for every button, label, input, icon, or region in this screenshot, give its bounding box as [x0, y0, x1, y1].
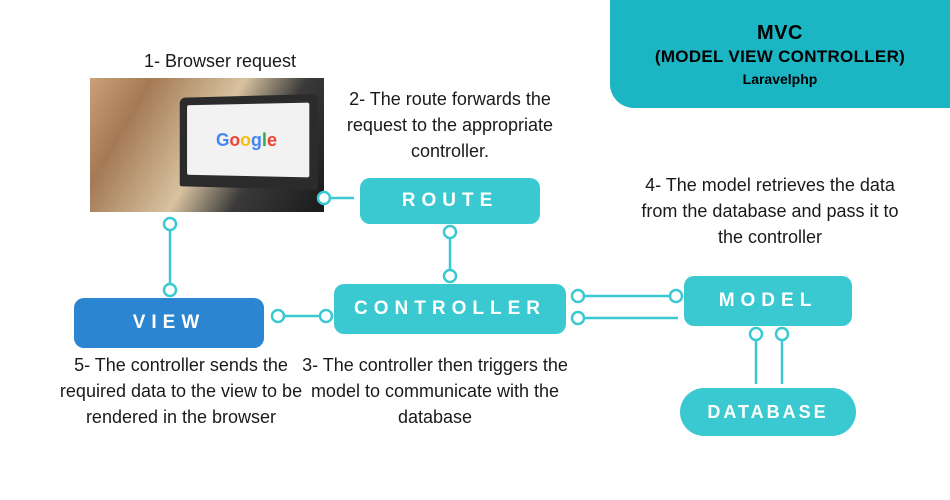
caption-step5: 5- The controller sends the required dat…: [46, 352, 316, 430]
laptop-screen: Google: [187, 103, 309, 178]
header-title: MVC: [757, 22, 803, 45]
mvc-header: MVC (MODEL VIEW CONTROLLER) Laravelphp: [610, 0, 950, 108]
header-tagline: Laravelphp: [743, 71, 818, 87]
caption-step4: 4- The model retrieves the data from the…: [640, 172, 900, 250]
caption-step3: 3- The controller then triggers the mode…: [300, 352, 570, 430]
browser-request-image: Google: [90, 78, 324, 212]
node-view: VIEW: [74, 298, 264, 348]
caption-step2: 2- The route forwards the request to the…: [330, 86, 570, 164]
caption-step1: 1- Browser request: [120, 48, 320, 74]
node-model: MODEL: [684, 276, 852, 326]
node-route: ROUTE: [360, 178, 540, 224]
header-subtitle: (MODEL VIEW CONTROLLER): [655, 47, 905, 67]
google-logo: Google: [216, 129, 277, 150]
node-controller: CONTROLLER: [334, 284, 566, 334]
node-database: DATABASE: [680, 388, 856, 436]
